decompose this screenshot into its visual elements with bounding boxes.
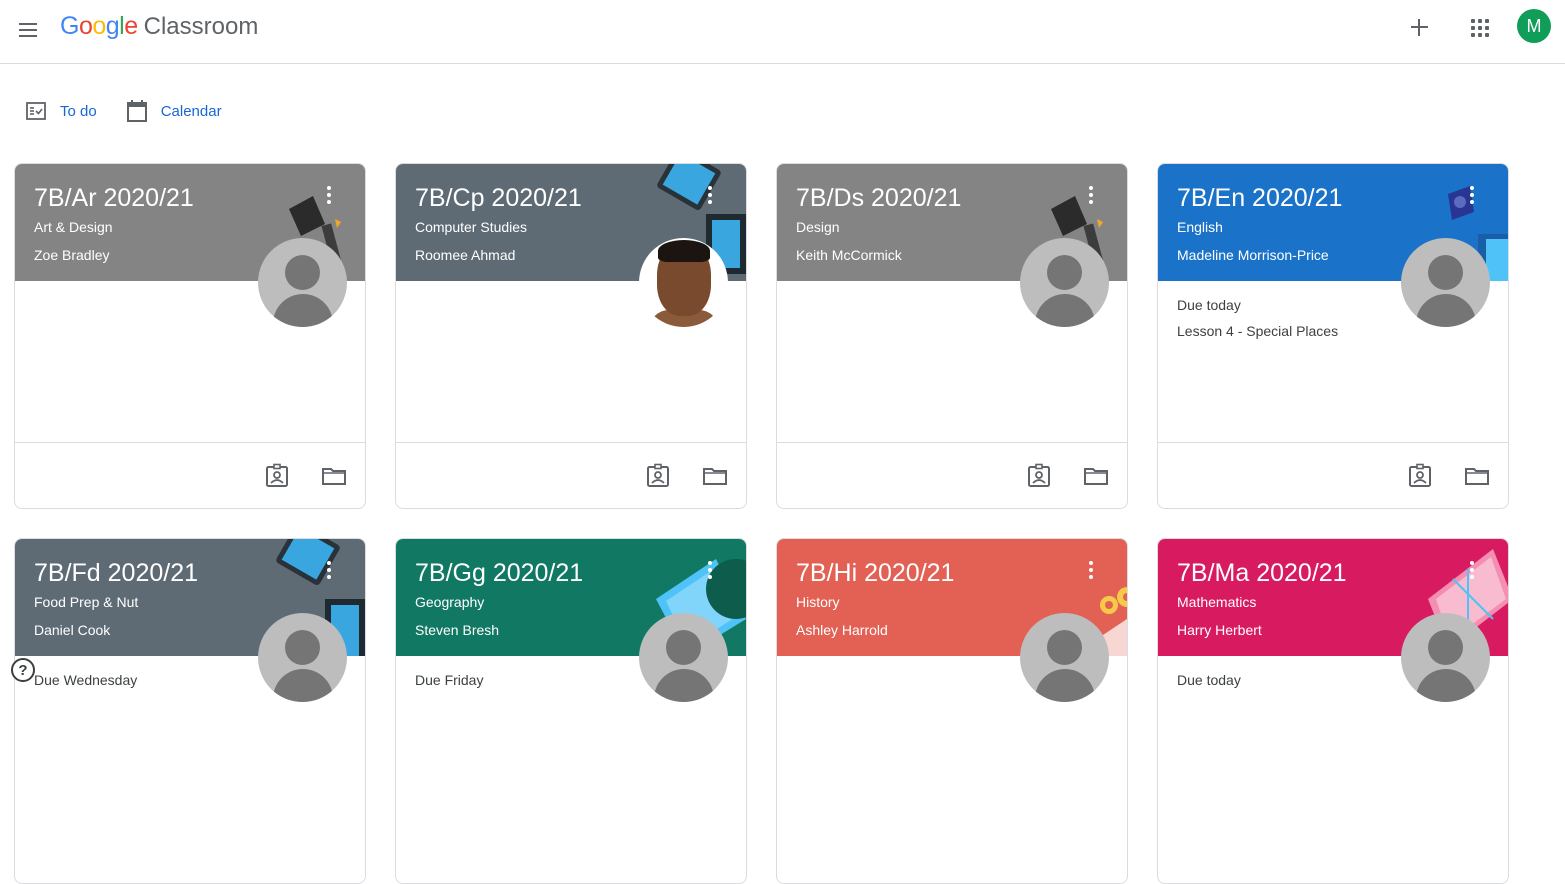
create-join-class-icon[interactable] xyxy=(1403,11,1435,43)
teacher-avatar xyxy=(1401,613,1490,702)
more-options-icon[interactable] xyxy=(1462,186,1482,210)
class-title[interactable]: 7B/Ds 2020/21 xyxy=(796,184,961,213)
open-your-work-icon[interactable] xyxy=(1026,463,1052,489)
teacher-name[interactable]: Roomee Ahmad xyxy=(415,247,515,263)
due-assignment-link[interactable]: Lesson 4 - Special Places xyxy=(1177,323,1338,339)
class-title[interactable]: 7B/Ar 2020/21 xyxy=(34,184,194,213)
due-section: Due today Lesson 4 - Special Places xyxy=(1177,297,1338,339)
open-your-work-icon[interactable] xyxy=(264,463,290,489)
class-card[interactable]: 7B/Hi 2020/21 History Ashley Harrold xyxy=(776,538,1128,884)
folder-icon[interactable] xyxy=(321,463,347,489)
teacher-avatar xyxy=(1020,613,1109,702)
teacher-photo xyxy=(639,238,728,327)
class-card-footer xyxy=(396,442,746,508)
class-title[interactable]: 7B/Gg 2020/21 xyxy=(415,559,583,588)
open-your-work-icon[interactable] xyxy=(1407,463,1433,489)
todo-link[interactable]: To do xyxy=(26,102,97,120)
class-section: Computer Studies xyxy=(415,219,528,235)
due-label: Due today xyxy=(1177,297,1241,313)
teacher-avatar xyxy=(258,238,347,327)
class-card-footer xyxy=(777,442,1127,508)
calendar-label: Calendar xyxy=(160,102,222,120)
account-avatar[interactable]: M xyxy=(1517,9,1551,43)
folder-icon[interactable] xyxy=(1464,463,1490,489)
class-card[interactable]: 7B/Fd 2020/21 Food Prep & Nut Daniel Coo… xyxy=(14,538,366,884)
teacher-name[interactable]: Keith McCormick xyxy=(796,247,902,263)
folder-icon[interactable] xyxy=(1083,463,1109,489)
class-card[interactable]: 7B/Ds 2020/21 Design Keith McCormick xyxy=(776,163,1128,509)
class-section: English xyxy=(1177,219,1223,235)
class-card[interactable]: 7B/Ar 2020/21 Art & Design Zoe Bradley xyxy=(14,163,366,509)
class-card[interactable]: 7B/Ma 2020/21 Mathematics Harry Herbert … xyxy=(1157,538,1509,884)
todo-label: To do xyxy=(60,102,97,120)
class-card[interactable]: 7B/Cp 2020/21 Computer Studies Roomee Ah… xyxy=(395,163,747,509)
due-section: Due Wednesday xyxy=(34,672,137,688)
class-card[interactable]: 7B/En 2020/21 English Madeline Morrison-… xyxy=(1157,163,1509,509)
more-options-icon[interactable] xyxy=(700,561,720,585)
google-logo-text: Google xyxy=(60,12,138,40)
todo-icon xyxy=(26,102,46,120)
class-card-footer xyxy=(15,442,365,508)
calendar-link[interactable]: Calendar xyxy=(126,100,222,122)
google-apps-icon[interactable] xyxy=(1464,11,1496,43)
class-title[interactable]: 7B/Fd 2020/21 xyxy=(34,559,198,588)
teacher-avatar xyxy=(639,613,728,702)
class-title[interactable]: 7B/Cp 2020/21 xyxy=(415,184,582,213)
due-label: Due today xyxy=(1177,672,1241,688)
teacher-avatar xyxy=(1401,238,1490,327)
class-section: Art & Design xyxy=(34,219,113,235)
help-icon[interactable]: ? xyxy=(11,658,35,682)
more-options-icon[interactable] xyxy=(1462,561,1482,585)
teacher-name[interactable]: Ashley Harrold xyxy=(796,622,888,638)
class-section: Design xyxy=(796,219,840,235)
more-options-icon[interactable] xyxy=(700,186,720,210)
more-options-icon[interactable] xyxy=(1081,561,1101,585)
due-section: Due today xyxy=(1177,672,1241,688)
top-app-bar: Google Classroom M xyxy=(0,0,1565,64)
class-card-footer xyxy=(1158,442,1508,508)
class-section: Mathematics xyxy=(1177,594,1257,610)
more-options-icon[interactable] xyxy=(319,186,339,210)
class-section: History xyxy=(796,594,840,610)
main-menu-icon[interactable] xyxy=(12,14,44,46)
product-name: Classroom xyxy=(143,13,259,40)
teacher-name[interactable]: Daniel Cook xyxy=(34,622,110,638)
sub-navigation: To do Calendar xyxy=(26,100,252,122)
teacher-name[interactable]: Harry Herbert xyxy=(1177,622,1262,638)
teacher-avatar xyxy=(1020,238,1109,327)
class-title[interactable]: 7B/Hi 2020/21 xyxy=(796,559,954,588)
more-options-icon[interactable] xyxy=(1081,186,1101,210)
class-section: Geography xyxy=(415,594,485,610)
folder-icon[interactable] xyxy=(702,463,728,489)
due-label: Due Friday xyxy=(415,672,484,688)
calendar-icon xyxy=(126,100,147,122)
due-label: Due Wednesday xyxy=(34,672,138,688)
class-title[interactable]: 7B/En 2020/21 xyxy=(1177,184,1342,213)
more-options-icon[interactable] xyxy=(319,561,339,585)
class-card[interactable]: 7B/Gg 2020/21 Geography Steven Bresh Due… xyxy=(395,538,747,884)
teacher-avatar xyxy=(258,613,347,702)
open-your-work-icon[interactable] xyxy=(645,463,671,489)
teacher-name[interactable]: Steven Bresh xyxy=(415,622,499,638)
teacher-name[interactable]: Zoe Bradley xyxy=(34,247,109,263)
due-section: Due Friday xyxy=(415,672,483,688)
teacher-name[interactable]: Madeline Morrison-Price xyxy=(1177,247,1329,263)
class-title[interactable]: 7B/Ma 2020/21 xyxy=(1177,559,1347,588)
class-section: Food Prep & Nut xyxy=(34,594,139,610)
app-logo[interactable]: Google Classroom xyxy=(60,12,258,41)
